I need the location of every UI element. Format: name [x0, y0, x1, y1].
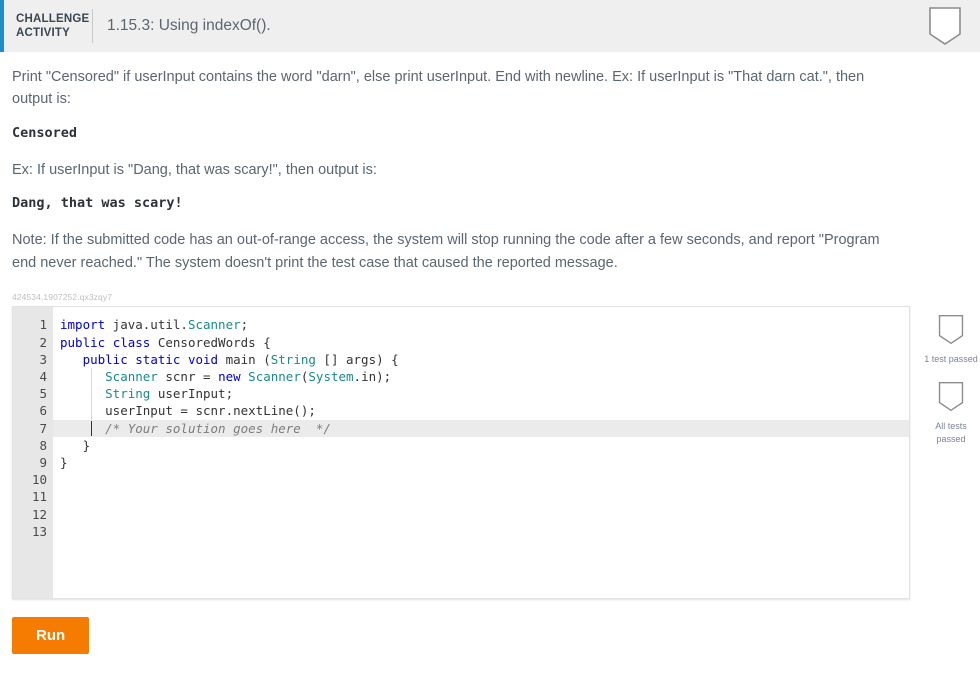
indent-guide: [91, 367, 92, 386]
code-line[interactable]: import java.util.Scanner;: [53, 316, 909, 333]
line-number: 9: [39, 454, 47, 470]
code-line-active[interactable]: /* Your solution goes here */: [53, 419, 909, 437]
instructions-panel: Print "Censored" if userInput contains t…: [0, 52, 980, 274]
code-line[interactable]: public class CensoredWords {: [53, 334, 909, 351]
instruction-paragraph-1: Print "Censored" if userInput contains t…: [12, 69, 865, 108]
header-divider: [92, 9, 93, 43]
sample-output-1: Censored: [12, 124, 78, 141]
test-result-item[interactable]: 1 test passed: [920, 314, 980, 365]
line-number: 5: [39, 386, 47, 402]
instruction-paragraph-2: Ex: If userInput is "Dang, that was scar…: [12, 161, 377, 178]
activity-header: CHALLENGE ACTIVITY 1.15.3: Using indexOf…: [0, 0, 980, 52]
code-line[interactable]: Scanner scnr = new Scanner(System.in);: [53, 367, 909, 386]
activity-title: 1.15.3: Using indexOf().: [107, 17, 271, 34]
code-line[interactable]: userInput = scnr.nextLine();: [53, 402, 909, 420]
run-button[interactable]: Run: [12, 617, 90, 655]
line-number-gutter: 1 2 3 4 5 6 7 8 9 10 11 12 13: [13, 307, 53, 599]
line-number: 8: [39, 437, 47, 453]
line-number: 12: [31, 506, 47, 522]
sample-output-2: Dang, that was scary!: [12, 195, 183, 212]
line-number: 13: [31, 523, 47, 539]
activity-kicker-line2: ACTIVITY: [16, 27, 70, 39]
code-text-area[interactable]: import java.util.Scanner; public class C…: [53, 307, 909, 599]
line-number: 7: [39, 420, 47, 436]
code-line[interactable]: }: [53, 437, 909, 454]
line-number: 10: [31, 472, 47, 488]
actions-row: Run: [0, 599, 980, 655]
shield-badge-icon: [938, 382, 964, 412]
indent-guide: [91, 385, 92, 403]
text-caret: [91, 420, 92, 436]
editor-zone: 424534.1907252.qx3zqy7 1 2 3 4 5 6 7 8 9…: [0, 292, 980, 600]
activity-id-label: 424534.1907252.qx3zqy7: [12, 292, 113, 303]
test-results-rail: 1 test passed All tests passed: [920, 314, 980, 460]
code-editor[interactable]: 1 2 3 4 5 6 7 8 9 10 11 12 13 import jav…: [12, 306, 910, 600]
line-number: 2: [39, 334, 47, 350]
indent-guide: [91, 402, 92, 420]
instruction-note: Note: If the submitted code has an out-o…: [12, 232, 880, 271]
test-result-label: All tests passed: [935, 421, 967, 444]
shield-icon: [929, 7, 961, 45]
code-line[interactable]: public static void main (String [] args)…: [53, 351, 909, 368]
activity-kicker: CHALLENGE ACTIVITY: [4, 12, 90, 41]
activity-kicker-line1: CHALLENGE: [16, 12, 90, 25]
line-number: 3: [39, 351, 47, 367]
test-result-item[interactable]: All tests passed: [920, 381, 980, 444]
line-number: 11: [31, 489, 47, 505]
code-line[interactable]: String userInput;: [53, 385, 909, 403]
test-result-label: 1 test passed: [924, 354, 978, 365]
shield-badge-icon: [938, 315, 964, 345]
line-number: 1: [39, 317, 47, 333]
line-number: 6: [39, 403, 47, 419]
line-number: 4: [39, 368, 47, 384]
header-shield-badge-icon[interactable]: [928, 6, 962, 46]
code-line[interactable]: }: [53, 454, 909, 471]
